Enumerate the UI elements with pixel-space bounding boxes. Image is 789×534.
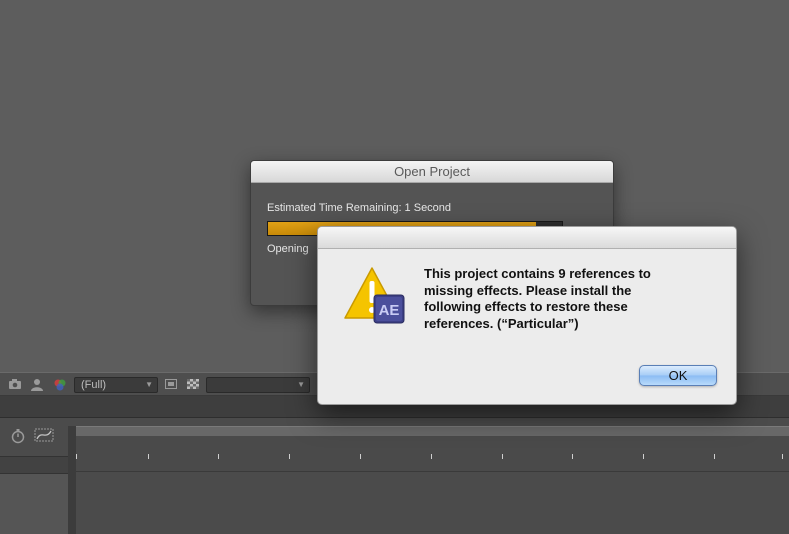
layer-list [0, 474, 68, 534]
ruler-tick [360, 454, 361, 459]
ruler-tick [782, 454, 783, 459]
panel-divider[interactable] [68, 426, 76, 534]
chevron-down-icon: ▼ [145, 380, 153, 389]
opening-status-label: Opening [267, 243, 309, 255]
view-dropdown[interactable]: ▼ [206, 377, 310, 393]
open-project-title: Open Project [251, 161, 613, 183]
time-ruler[interactable] [68, 426, 789, 436]
ruler-tick [714, 454, 715, 459]
alert-message: This project contains 9 references to mi… [424, 266, 651, 331]
transparency-grid-icon[interactable] [186, 378, 200, 391]
camera-icon[interactable] [8, 378, 22, 391]
ruler-tick [76, 454, 77, 459]
stopwatch-icon[interactable] [10, 428, 26, 447]
ruler-tick [572, 454, 573, 459]
missing-effects-alert: AE This project contains 9 references to… [317, 226, 737, 405]
chevron-down-icon: ▼ [297, 380, 305, 389]
region-of-interest-icon[interactable] [164, 378, 178, 391]
ruler-tick [643, 454, 644, 459]
alert-titlebar [318, 227, 736, 249]
layer-header-row [0, 456, 68, 474]
ruler-tick [502, 454, 503, 459]
after-effects-badge-text: AE [379, 302, 400, 319]
resolution-dropdown[interactable]: (Full) ▼ [74, 377, 158, 393]
time-remaining-label: Estimated Time Remaining: 1 Second [267, 202, 452, 214]
person-icon[interactable] [30, 378, 44, 391]
resolution-value: (Full) [81, 379, 107, 391]
color-channel-icon[interactable] [53, 378, 67, 391]
timeline-panel [0, 396, 789, 534]
warning-icon: AE [344, 267, 405, 324]
ruler-tick [431, 454, 432, 459]
ruler-tick [218, 454, 219, 459]
timeline-track[interactable] [68, 436, 789, 472]
ruler-tick [148, 454, 149, 459]
graph-editor-icon[interactable] [34, 428, 54, 445]
ruler-tick [289, 454, 290, 459]
ok-button[interactable]: OK [639, 365, 717, 386]
